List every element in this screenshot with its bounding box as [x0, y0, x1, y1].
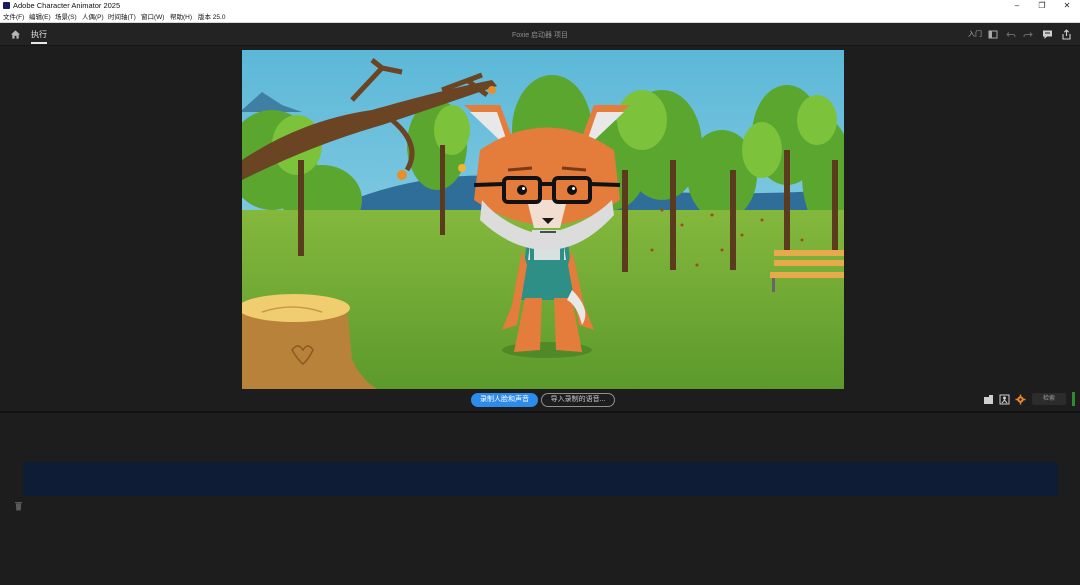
- project-title: Foxie 启动器 项目: [511, 32, 568, 39]
- comment-icon[interactable]: [1042, 29, 1053, 40]
- undo-icon[interactable]: [1006, 29, 1016, 40]
- restore-button[interactable]: ❐: [1029, 0, 1055, 12]
- record-face-voice-button[interactable]: 录制人脸和声音: [471, 393, 538, 407]
- menu-edit[interactable]: 编辑(E): [29, 12, 51, 23]
- camera-icon[interactable]: [983, 394, 994, 405]
- menu-window[interactable]: 窗口(W): [141, 12, 164, 23]
- menu-help[interactable]: 帮助(H): [170, 12, 192, 23]
- menu-file[interactable]: 文件(F): [3, 12, 24, 23]
- layout-icon[interactable]: [988, 29, 998, 40]
- intro-link[interactable]: 入门: [968, 29, 982, 40]
- title-bar: Adobe Character Animator 2025 – ❐ ✕: [0, 0, 1080, 12]
- redo-icon[interactable]: [1023, 29, 1033, 40]
- app-window: Adobe Character Animator 2025 – ❐ ✕ 文件(F…: [0, 0, 1080, 585]
- close-button[interactable]: ✕: [1054, 0, 1080, 12]
- version-label: 版本 25.0: [198, 14, 226, 21]
- app-logo-icon: [3, 2, 10, 9]
- share-icon[interactable]: [1061, 29, 1072, 40]
- window-title: Adobe Character Animator 2025: [13, 1, 121, 10]
- app-header: 执行 Foxie 启动器 项目 入门: [0, 23, 1080, 46]
- zoom-field[interactable]: 检索: [1032, 393, 1066, 405]
- status-indicator: [1072, 392, 1075, 406]
- puppet-icon[interactable]: [999, 394, 1010, 405]
- active-tab-indicator: [31, 42, 47, 44]
- timeline-track[interactable]: [23, 462, 1058, 496]
- settings-icon[interactable]: [1015, 394, 1026, 405]
- menu-scene[interactable]: 场景(S): [55, 12, 77, 23]
- menu-puppet[interactable]: 人偶(P): [82, 12, 104, 23]
- import-voice-button[interactable]: 导入录制的语音...: [541, 393, 615, 407]
- scene-preview: [242, 50, 844, 389]
- trash-icon[interactable]: [14, 501, 23, 511]
- menu-bar: 文件(F) 编辑(E) 场景(S) 人偶(P) 时间轴(T) 窗口(W) 帮助(…: [0, 12, 1080, 23]
- panel-divider[interactable]: [0, 411, 1080, 413]
- menu-timeline[interactable]: 时间轴(T): [108, 12, 136, 23]
- minimize-button[interactable]: –: [1004, 0, 1030, 12]
